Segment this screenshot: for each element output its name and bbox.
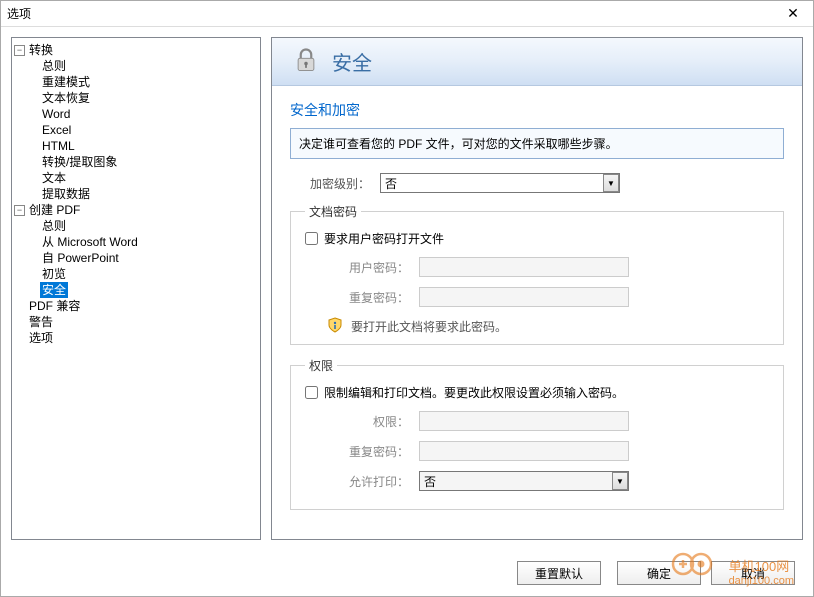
tree-node-extractdata[interactable]: 提取数据 (14, 186, 258, 202)
tree-node-textrecover[interactable]: 文本恢复 (14, 90, 258, 106)
document-password-group: 文档密码 要求用户密码打开文件 用户密码： 重复密码： (290, 203, 784, 345)
dropdown-icon[interactable]: ▼ (603, 174, 619, 192)
nav-tree[interactable]: − 转换 总则 重建模式 文本恢复 Word Excel HTML 转换/提取图… (11, 37, 261, 540)
collapse-icon[interactable]: − (14, 45, 25, 56)
tree-node-create-general[interactable]: 总则 (14, 218, 258, 234)
tree-node-convert[interactable]: − 转换 (14, 42, 258, 58)
tree-node-security[interactable]: 安全 (14, 282, 258, 298)
reset-defaults-button[interactable]: 重置默认 (517, 561, 601, 585)
document-password-legend: 文档密码 (305, 203, 361, 220)
encryption-level-row: 加密级别： 否 ▼ (290, 173, 784, 193)
password-hint: 要打开此文档将要求此密码。 (305, 317, 769, 336)
info-shield-icon (327, 317, 343, 336)
tree-node-frompp[interactable]: 自 PowerPoint (14, 250, 258, 266)
restrict-editing-row: 限制编辑和打印文档。要更改此权限设置必须输入密码。 (305, 384, 769, 401)
allow-print-label: 允许打印： (329, 473, 419, 490)
section-title: 安全和加密 (290, 100, 784, 120)
lock-icon (292, 46, 320, 77)
window-title: 选项 (7, 5, 31, 22)
options-dialog: 选项 ✕ − 转换 总则 重建模式 文本恢复 Word Excel HTML 转… (0, 0, 814, 597)
titlebar: 选项 ✕ (1, 1, 813, 27)
permission-password-input[interactable] (419, 411, 629, 431)
collapse-icon[interactable]: − (14, 205, 25, 216)
close-button[interactable]: ✕ (779, 4, 807, 24)
tree-node-fromword[interactable]: 从 Microsoft Word (14, 234, 258, 250)
permission-repeat-label: 重复密码： (329, 443, 419, 460)
tree-node-excel[interactable]: Excel (14, 122, 258, 138)
tree-node-preview[interactable]: 初览 (14, 266, 258, 282)
permissions-group: 权限 限制编辑和打印文档。要更改此权限设置必须输入密码。 权限： 重复密码： (290, 357, 784, 510)
ok-button[interactable]: 确定 (617, 561, 701, 585)
encryption-level-label: 加密级别： (290, 175, 380, 192)
repeat-password-input[interactable] (419, 287, 629, 307)
tree-node-warn[interactable]: 警告 (14, 314, 258, 330)
require-user-password-row: 要求用户密码打开文件 (305, 230, 769, 247)
restrict-editing-label: 限制编辑和打印文档。要更改此权限设置必须输入密码。 (324, 384, 624, 401)
tree-node-options[interactable]: 选项 (14, 330, 258, 346)
tree-node-extractimg[interactable]: 转换/提取图象 (14, 154, 258, 170)
user-password-input[interactable] (419, 257, 629, 277)
tree-node-rebuild[interactable]: 重建模式 (14, 74, 258, 90)
detail-panel: 安全 安全和加密 决定谁可查看您的 PDF 文件，可对您的文件采取哪些步骤。 加… (271, 37, 803, 540)
permission-password-label: 权限： (329, 413, 419, 430)
require-user-password-label: 要求用户密码打开文件 (324, 230, 444, 247)
restrict-editing-checkbox[interactable] (305, 386, 318, 399)
tree-node-word[interactable]: Word (14, 106, 258, 122)
dropdown-icon[interactable]: ▼ (612, 472, 628, 490)
content-area: − 转换 总则 重建模式 文本恢复 Word Excel HTML 转换/提取图… (1, 27, 813, 550)
page-title: 安全 (332, 47, 372, 76)
info-box: 决定谁可查看您的 PDF 文件，可对您的文件采取哪些步骤。 (290, 128, 784, 159)
panel-header: 安全 (272, 38, 802, 86)
encryption-level-select[interactable]: 否 ▼ (380, 173, 620, 193)
cancel-button[interactable]: 取消 (711, 561, 795, 585)
require-user-password-checkbox[interactable] (305, 232, 318, 245)
tree-node-general[interactable]: 总则 (14, 58, 258, 74)
tree-node-compat[interactable]: PDF 兼容 (14, 298, 258, 314)
dialog-footer: 重置默认 确定 取消 (1, 550, 813, 596)
permissions-legend: 权限 (305, 357, 337, 374)
allow-print-select[interactable]: 否 ▼ (419, 471, 629, 491)
tree-node-html[interactable]: HTML (14, 138, 258, 154)
panel-body: 安全和加密 决定谁可查看您的 PDF 文件，可对您的文件采取哪些步骤。 加密级别… (272, 86, 802, 539)
tree-node-text[interactable]: 文本 (14, 170, 258, 186)
user-password-label: 用户密码： (329, 259, 419, 276)
repeat-password-label: 重复密码： (329, 289, 419, 306)
permission-repeat-input[interactable] (419, 441, 629, 461)
tree-node-create[interactable]: − 创建 PDF (14, 202, 258, 218)
